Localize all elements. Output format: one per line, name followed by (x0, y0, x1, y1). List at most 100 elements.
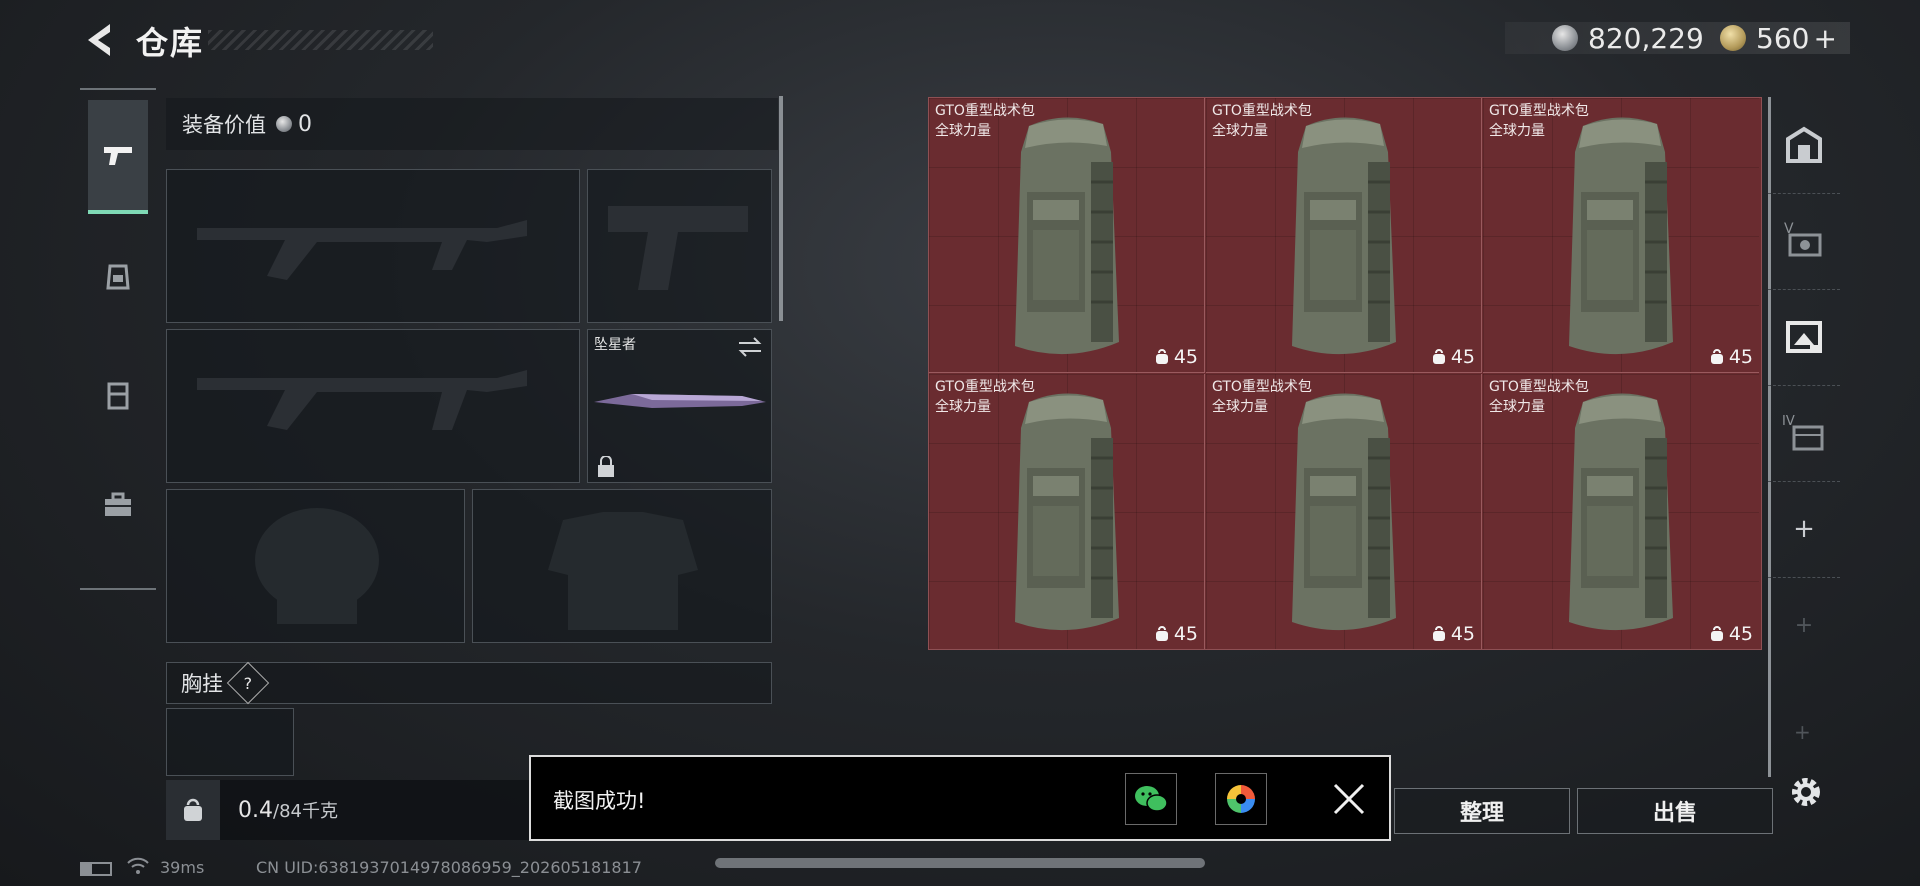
gold-amount: 560 (1756, 21, 1810, 55)
storage-image-icon (1786, 321, 1822, 353)
helmet-slot[interactable] (166, 489, 465, 643)
help-label: ? (243, 673, 253, 693)
pistol-icon (104, 147, 132, 165)
storage-iv-icon: IV (1782, 414, 1824, 451)
chest-rig-header: 胸挂 ? (166, 661, 772, 705)
tab-storage-active[interactable] (1768, 289, 1840, 386)
pistol-slot[interactable] (587, 169, 772, 323)
knife-icon (594, 394, 766, 408)
equipment-value: 0 (298, 111, 312, 137)
add-storage-button-locked[interactable]: + (1768, 577, 1840, 673)
user-uid: CN UID:6381937014978086959_202605181817 (256, 858, 642, 877)
melee-name: 坠星者 (594, 337, 636, 353)
tab-storage-main[interactable] (1768, 97, 1840, 194)
item-brand: 全球力量 (1489, 123, 1545, 139)
bag-capacity-icon (1432, 349, 1445, 364)
item-brand: 全球力量 (935, 123, 991, 139)
bag-capacity-icon (1710, 626, 1723, 641)
armor-silhouette-icon (548, 512, 698, 630)
storage-item[interactable]: GTO重型战术包 全球力量 45 (1483, 98, 1759, 373)
silver-coin-icon (1552, 25, 1578, 51)
backpack-icon (106, 264, 130, 290)
add-gold-button[interactable]: + (1813, 22, 1836, 55)
page-title: 仓库 (136, 24, 205, 62)
add-icon: + (1793, 514, 1815, 544)
silver-currency: 820,229 (1552, 20, 1704, 56)
primary-weapon-slot[interactable] (166, 169, 580, 323)
category-sidebar (80, 88, 156, 590)
toast-message: 截图成功! (553, 789, 646, 813)
storage-tabs: V IV + + (1768, 97, 1840, 638)
silver-coin-icon (276, 116, 292, 132)
back-button[interactable] (80, 20, 120, 60)
armor-slot[interactable] (472, 489, 772, 643)
weight-icon (166, 780, 220, 840)
item-capacity: 45 (1709, 623, 1753, 645)
item-capacity: 45 (1431, 623, 1475, 645)
backpack-item-icon (1013, 391, 1121, 632)
item-brand: 全球力量 (1212, 399, 1268, 415)
chest-rig-label: 胸挂 (181, 672, 223, 696)
bag-capacity-icon (1710, 349, 1723, 364)
weight-max: /84千克 (273, 801, 338, 822)
item-count: 45 (1173, 623, 1198, 645)
storage-item[interactable]: GTO重型战术包 全球力量 45 (1206, 98, 1482, 373)
item-count: 45 (1450, 623, 1475, 645)
rifle-silhouette-icon (197, 220, 527, 280)
screenshot-toast: 截图成功! (529, 755, 1391, 841)
item-count: 45 (1450, 346, 1475, 368)
storage-item[interactable]: GTO重型战术包 全球力量 45 (929, 374, 1205, 649)
settings-gear-icon[interactable] (1788, 774, 1824, 810)
storage-grid: GTO重型战术包 全球力量 45 GTO重型战术包 全球力量 45 GTO重型战… (928, 97, 1762, 650)
share-gallery-button[interactable] (1215, 773, 1267, 825)
item-brand: 全球力量 (1489, 399, 1545, 415)
title-decoration (208, 30, 433, 50)
help-button[interactable]: ? (226, 661, 270, 705)
share-wechat-button[interactable] (1125, 773, 1177, 825)
melee-slot[interactable]: 坠星者 (587, 329, 772, 483)
equipment-scrollbar[interactable] (779, 96, 783, 321)
bag-capacity-icon (1155, 626, 1168, 641)
sell-button[interactable]: 出售 (1577, 788, 1773, 834)
backpack-item-icon (1013, 115, 1121, 356)
swap-icon[interactable] (737, 336, 763, 358)
silver-amount: 820,229 (1588, 21, 1704, 55)
backpack-item-icon (1290, 115, 1398, 356)
sort-button[interactable]: 整理 (1394, 788, 1570, 834)
bag-capacity-icon (1432, 626, 1445, 641)
wechat-icon (1135, 786, 1168, 812)
backpack-item-icon (1567, 391, 1675, 632)
tab-backpack[interactable] (88, 220, 148, 330)
lock-icon (598, 456, 614, 477)
add-storage-button[interactable]: + (1768, 481, 1840, 578)
chest-rig-slot[interactable] (166, 708, 294, 776)
item-brand: 全球力量 (935, 399, 991, 415)
storage-item[interactable]: GTO重型战术包 全球力量 45 (1483, 374, 1759, 649)
item-count: 45 (1728, 346, 1753, 368)
storage-item[interactable]: GTO重型战术包 全球力量 45 (1206, 374, 1482, 649)
aperture-icon (1227, 785, 1255, 813)
close-icon[interactable] (1331, 781, 1367, 817)
add-icon: + (1794, 612, 1814, 638)
tab-case[interactable] (88, 450, 148, 560)
tab-storage-v[interactable]: V (1768, 193, 1840, 290)
tab-armor[interactable] (88, 340, 148, 450)
secondary-weapon-slot[interactable] (166, 329, 580, 483)
backpack-item-icon (1290, 391, 1398, 632)
storage-v-icon: V (1784, 221, 1822, 257)
tab-weapons[interactable] (88, 100, 148, 214)
briefcase-icon (105, 492, 131, 516)
add-icon: + (1794, 720, 1811, 744)
item-capacity: 45 (1709, 346, 1753, 368)
home-indicator[interactable] (715, 858, 1205, 868)
helmet-silhouette-icon (255, 508, 379, 624)
battery-icon (80, 862, 112, 876)
ping-value: 39ms (160, 858, 205, 877)
tab-storage-iv[interactable]: IV (1768, 385, 1840, 482)
armory-icon (1786, 126, 1822, 163)
gold-currency[interactable]: 560 + (1720, 20, 1837, 56)
gold-coin-icon (1720, 25, 1746, 51)
pistol-silhouette-icon (608, 206, 748, 290)
storage-item[interactable]: GTO重型战术包 全球力量 45 (929, 98, 1205, 373)
kettlebell-icon (184, 798, 202, 821)
